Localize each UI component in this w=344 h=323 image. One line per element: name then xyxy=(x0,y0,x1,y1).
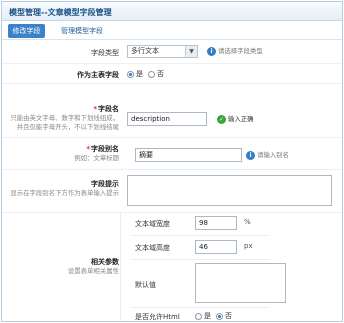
field-type-row: 字段类型 多行文本 ▼ i 请选择字段类型 xyxy=(2,40,342,64)
title-bar: 模型管理--文章模型字段管理 xyxy=(2,2,342,21)
field-tip-row: 字段提示 显示在字段别名下方作为表单输入提示 xyxy=(2,170,342,213)
params-divider xyxy=(120,213,121,321)
field-alias-hint: i 请输入别名 xyxy=(246,150,289,160)
allow-html-label: 是否允许Html xyxy=(135,313,180,321)
field-name-status-text: 输入正确 xyxy=(228,115,254,123)
field-alias-row: *字段别名 例如：文章标题 摘要 i 请输入别名 xyxy=(2,138,342,170)
field-name-input[interactable]: description xyxy=(127,112,207,126)
default-value-textarea[interactable] xyxy=(195,263,286,303)
radio-unselected-icon xyxy=(195,312,202,320)
field-name-row: *字段名 只能由英文字母、数字和下划线组成， 并且仅能字母开头，不以下划线结尾 … xyxy=(2,84,342,138)
field-type-hint: i 请选择字段类型 xyxy=(207,46,263,56)
field-name-label: *字段名 xyxy=(93,104,119,114)
chevron-down-icon: ▼ xyxy=(185,46,197,57)
params-separator xyxy=(130,235,270,236)
field-name-desc-1: 只能由英文字母、数字和下划线组成， xyxy=(10,114,119,122)
field-alias-input[interactable]: 摘要 xyxy=(135,148,242,162)
allow-html-option-no[interactable]: 否 xyxy=(216,311,232,321)
width-unit: % xyxy=(244,218,251,226)
info-icon: i xyxy=(246,150,255,160)
height-input[interactable]: 46 xyxy=(195,240,237,254)
required-mark: * xyxy=(86,145,90,153)
field-alias-label: *字段别名 xyxy=(86,144,119,154)
field-alias-desc: 例如：文章标题 xyxy=(74,154,119,162)
field-name-desc-2: 并且仅能字母开头，不以下划线结尾 xyxy=(16,123,119,131)
field-type-select[interactable]: 多行文本 ▼ xyxy=(127,45,198,58)
default-value-label: 默认值 xyxy=(135,281,156,289)
check-icon: ✓ xyxy=(217,114,226,124)
main-table-label: 作为主表字段 xyxy=(77,71,119,79)
field-name-label-text: 字段名 xyxy=(98,105,119,113)
field-tip-label: 字段提示 xyxy=(91,180,119,188)
width-label: 文本域宽度 xyxy=(135,220,170,228)
allow-html-option-yes[interactable]: 是 xyxy=(195,311,211,321)
required-mark: * xyxy=(93,105,97,113)
field-tip-textarea[interactable] xyxy=(127,175,332,206)
tab-edit-field[interactable]: 修改字段 xyxy=(8,24,45,38)
radio-selected-icon xyxy=(216,312,223,320)
tab-bar: 修改字段 管理模型字段 xyxy=(2,21,342,40)
main-table-row: 作为主表字段 是 否 xyxy=(2,64,342,84)
model-field-editor: 模型管理--文章模型字段管理 修改字段 管理模型字段 字段类型 多行文本 ▼ i… xyxy=(1,1,343,322)
page-title: 模型管理--文章模型字段管理 xyxy=(9,8,112,17)
field-name-status: ✓ 输入正确 xyxy=(217,114,254,124)
radio-unselected-icon xyxy=(148,70,155,78)
field-type-label: 字段类型 xyxy=(91,49,119,57)
field-alias-label-text: 字段别名 xyxy=(91,145,119,153)
info-icon: i xyxy=(207,46,216,56)
tab-manage-fields[interactable]: 管理模型字段 xyxy=(57,24,107,38)
field-type-value: 多行文本 xyxy=(131,47,159,55)
params-separator xyxy=(130,259,270,260)
main-table-option-yes[interactable]: 是 xyxy=(127,69,143,79)
params-label: 相关参数 xyxy=(91,258,119,266)
allow-html-yes-label: 是 xyxy=(204,312,211,320)
height-label: 文本域高度 xyxy=(135,244,170,252)
main-table-yes-label: 是 xyxy=(136,70,143,78)
field-tip-desc: 显示在字段别名下方作为表单输入提示 xyxy=(10,189,119,197)
field-alias-hint-text: 请输入别名 xyxy=(257,151,289,159)
main-table-option-no[interactable]: 否 xyxy=(148,69,164,79)
radio-selected-icon xyxy=(127,70,134,78)
field-type-hint-text: 请选择字段类型 xyxy=(218,47,263,55)
allow-html-no-label: 否 xyxy=(225,312,232,320)
height-unit: px xyxy=(244,242,253,250)
width-input[interactable]: 98 xyxy=(195,216,237,230)
main-table-no-label: 否 xyxy=(157,70,164,78)
params-separator xyxy=(130,307,270,308)
params-desc: 设置表单相关属性 xyxy=(67,267,119,275)
